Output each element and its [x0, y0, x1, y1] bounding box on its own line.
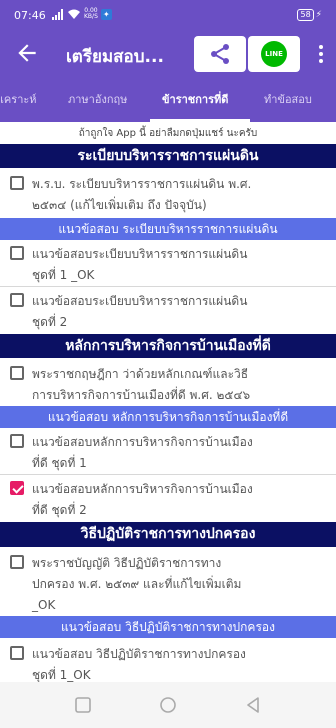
checkbox[interactable] [10, 646, 24, 660]
charging-icon: ⚡ [315, 10, 322, 20]
tab-english[interactable]: ภาษาอังกฤษ [68, 90, 127, 108]
share-button[interactable] [194, 36, 246, 72]
checkbox[interactable] [10, 246, 24, 260]
tab-good-civil-servant[interactable]: ข้าราชการที่ดี [162, 90, 228, 108]
recents-icon[interactable] [74, 696, 92, 714]
line-share-button[interactable]: LINE [248, 36, 300, 72]
list-item[interactable]: พระราชกฤษฎีกา ว่าด้วยหลักเกณฑ์และวิธี กา… [0, 360, 336, 406]
share-notice: ถ้าถูกใจ App นี้ อย่าลืมกดปุ่มแชร์ นะครั… [78, 128, 258, 139]
list-item[interactable]: แนวข้อสอบหลักการบริหารกิจการบ้านเมือง ที… [0, 475, 336, 521]
battery-indicator: 58 ⚡ [297, 9, 322, 21]
section-header: หลักการบริหารกิจการบ้านเมืองที่ดี [0, 334, 336, 358]
share-icon [211, 44, 229, 64]
network-speed: 0.00 KB/S [84, 7, 98, 20]
more-options-icon[interactable] [316, 43, 326, 65]
list-item[interactable]: แนวข้อสอบระเบียบบริหารราชการแผ่นดิน ชุดท… [0, 240, 336, 286]
checkbox[interactable] [10, 176, 24, 190]
section-header: วิธีปฏิบัติราชการทางปกครอง [0, 522, 336, 547]
line-logo-icon: LINE [261, 41, 287, 67]
app-bar: เตรียมสอบ... LINE [0, 32, 336, 76]
battery-icon: 58 [297, 9, 314, 21]
list-item[interactable]: พ.ร.บ. ระเบียบบริหารราชการแผ่นดิน พ.ศ. ๒… [0, 170, 336, 218]
home-icon[interactable] [159, 696, 177, 714]
back-nav-icon[interactable] [244, 696, 262, 714]
checkbox[interactable] [10, 366, 24, 380]
section-subheader: แนวข้อสอบ หลักการบริหารกิจการบ้านเมืองที… [0, 406, 336, 428]
status-icons: 0.00 KB/S ✦ [52, 8, 112, 20]
page-title: เตรียมสอบ... [66, 47, 164, 67]
topic-list: ถ้าถูกใจ App นี้ อย่าลืมกดปุ่มแชร์ นะครั… [0, 122, 336, 682]
section-subheader: แนวข้อสอบ ระเบียบบริหารราชการแผ่นดิน [0, 218, 336, 240]
section-header: ระเบียบบริหารราชการแผ่นดิน [0, 144, 336, 168]
tab-take-exam[interactable]: ทำข้อสอบ [264, 90, 312, 108]
checkbox[interactable] [10, 481, 24, 495]
back-arrow-icon[interactable] [14, 40, 40, 66]
list-item[interactable]: แนวข้อสอบ วิธีปฏิบัติราชการทางปกครอง ชุด… [0, 640, 336, 682]
list-item[interactable]: แนวข้อสอบระเบียบบริหารราชการแผ่นดิน ชุดท… [0, 287, 336, 333]
section-subheader: แนวข้อสอบ วิธีปฏิบัติราชการทางปกครอง [0, 616, 336, 638]
status-bar: 07:46 0.00 KB/S ✦ 58 ⚡ [0, 0, 336, 32]
navigation-bar [0, 682, 336, 728]
wifi-icon [68, 9, 80, 19]
list-item[interactable]: พระราชบัญญัติ วิธีปฏิบัติราชการทาง ปกครอ… [0, 549, 336, 615]
checkbox[interactable] [10, 555, 24, 569]
signal-icon [52, 8, 63, 20]
checkbox[interactable] [10, 434, 24, 448]
tab-analysis[interactable]: วิเคราะห์ [0, 90, 37, 108]
checkbox[interactable] [10, 293, 24, 307]
list-item[interactable]: แนวข้อสอบหลักการบริหารกิจการบ้านเมือง ที… [0, 428, 336, 474]
tab-bar: วิเคราะห์ ภาษาอังกฤษ ข้าราชการที่ดี ทำข้… [0, 76, 336, 122]
notification-icon: ✦ [100, 8, 112, 20]
status-time: 07:46 [14, 9, 46, 22]
